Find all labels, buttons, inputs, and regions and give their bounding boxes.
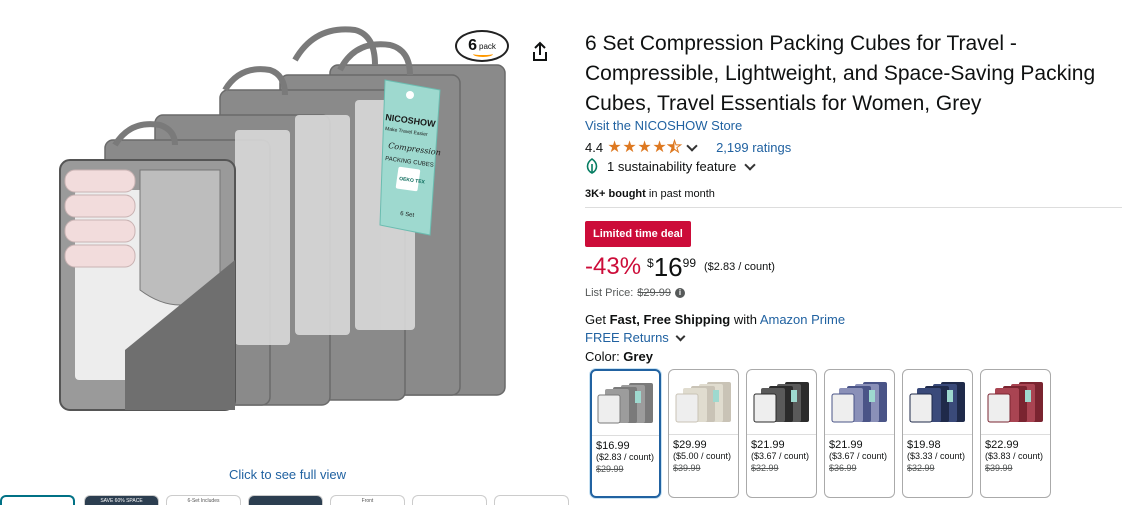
limited-deal-badge: Limited time deal <box>585 221 691 247</box>
color-swatch[interactable]: $19.98 ($3.33 / count) $32.99 <box>902 369 973 498</box>
thumbnail-strip: SAVE 60% SPACE 6-Set Includes Front <box>0 495 575 505</box>
chevron-down-icon <box>744 158 757 171</box>
swatch-price: $19.98 <box>907 439 941 451</box>
swatch-was-price: $32.99 <box>751 463 779 473</box>
thumbnail-6[interactable] <box>412 495 487 505</box>
star-rating[interactable]: ★ ★ ★ ★ ★ <box>607 137 682 157</box>
see-full-view-link[interactable]: Click to see full view <box>0 467 575 482</box>
swatch-was-price: $29.99 <box>596 464 624 474</box>
color-swatch[interactable]: $29.99 ($5.00 / count) $39.99 <box>668 369 739 498</box>
shipping-prefix: Get <box>585 312 610 327</box>
shipping-bold: Fast, Free Shipping <box>609 312 731 327</box>
amazon-smile-icon <box>473 51 493 57</box>
shipping-middle: with <box>730 312 760 327</box>
star-full-icon: ★ <box>622 139 637 156</box>
price-currency: $ <box>647 256 654 270</box>
rating-row: 4.4 ★ ★ ★ ★ ★ 2,199 ratings <box>585 137 791 157</box>
color-swatch[interactable]: $21.99 ($3.67 / count) $32.99 <box>746 369 817 498</box>
swatch-was-price: $36.99 <box>829 463 857 473</box>
swatch-image <box>669 370 738 435</box>
divider <box>585 207 1122 208</box>
swatch-was-price: $39.99 <box>985 463 1013 473</box>
chevron-down-icon[interactable] <box>686 139 698 152</box>
swatch-image <box>981 370 1050 435</box>
color-swatch[interactable]: $16.99 ($2.83 / count) $29.99 <box>590 369 661 498</box>
sustainability-feature[interactable]: 1 sustainability feature <box>585 158 762 174</box>
unit-price: ($2.83 / count) <box>704 261 775 273</box>
sustainability-label: 1 sustainability feature <box>607 158 737 174</box>
swatch-unit-price: ($5.00 / count) <box>673 451 732 461</box>
swatch-unit-price: ($3.83 / count) <box>985 451 1044 461</box>
shipping-info: Get Fast, Free Shipping with Amazon Prim… <box>585 312 845 327</box>
color-selected: Grey <box>623 349 653 364</box>
swatch-was-price: $39.99 <box>673 463 701 473</box>
thumbnail-1[interactable] <box>0 495 75 505</box>
ratings-count-link[interactable]: 2,199 ratings <box>716 140 791 155</box>
free-returns-label: FREE Returns <box>585 330 669 345</box>
bought-suffix: in past month <box>645 188 715 200</box>
swatch-was-price: $32.99 <box>907 463 935 473</box>
pack-badge-word: pack <box>479 41 496 51</box>
store-link[interactable]: Visit the NICOSHOW Store <box>585 118 742 133</box>
color-swatch[interactable]: $22.99 ($3.83 / count) $39.99 <box>980 369 1051 498</box>
swatch-image <box>903 370 972 435</box>
color-swatch[interactable]: $21.99 ($3.67 / count) $36.99 <box>824 369 895 498</box>
price-row: -43% $ 16 99 ($2.83 / count) <box>585 253 775 281</box>
thumbnail-3[interactable]: 6-Set Includes <box>166 495 241 505</box>
swatch-image <box>747 370 816 435</box>
list-price: List Price: $29.99 i <box>585 287 685 299</box>
price-fraction: 99 <box>682 256 696 270</box>
discount-percent: -43% <box>585 253 642 280</box>
swatch-unit-price: ($2.83 / count) <box>596 452 655 462</box>
free-returns[interactable]: FREE Returns <box>585 330 692 345</box>
star-full-icon: ★ <box>607 139 622 156</box>
swatch-unit-price: ($3.67 / count) <box>751 451 810 461</box>
swatch-image <box>825 370 894 435</box>
list-price-value: $29.99 <box>637 287 671 299</box>
star-full-icon: ★ <box>637 139 652 156</box>
share-icon[interactable] <box>528 40 552 64</box>
star-half-icon: ★ <box>667 139 682 157</box>
swatch-price: $21.99 <box>829 439 863 451</box>
color-swatches: $16.99 ($2.83 / count) $29.99 $29.99 ($5.00 … <box>590 369 1130 499</box>
thumbnail-4[interactable] <box>248 495 323 505</box>
rating-value: 4.4 <box>585 139 604 155</box>
leaf-icon <box>586 158 598 174</box>
thumbnail-2[interactable]: SAVE 60% SPACE <box>84 495 159 505</box>
info-icon[interactable]: i <box>674 288 685 298</box>
swatch-price: $29.99 <box>673 439 707 451</box>
thumbnail-7[interactable] <box>494 495 569 505</box>
color-label: Color: Grey <box>585 349 653 364</box>
product-title: 6 Set Compression Packing Cubes for Trav… <box>585 32 1096 115</box>
thumbnail-5[interactable]: Front <box>330 495 405 505</box>
swatch-price: $22.99 <box>985 439 1019 451</box>
pack-badge: 6 pack <box>455 30 509 62</box>
swatch-unit-price: ($3.33 / count) <box>907 451 966 461</box>
star-full-icon: ★ <box>652 139 667 156</box>
bought-count: 3K+ bought <box>585 188 646 200</box>
amazon-prime-link[interactable]: Amazon Prime <box>760 312 845 327</box>
list-price-label: List Price: <box>585 287 634 299</box>
swatch-image <box>592 371 659 436</box>
swatch-price: $21.99 <box>751 439 785 451</box>
bought-in-past-month: 3K+ bought in past month <box>585 188 715 200</box>
swatch-unit-price: ($3.67 / count) <box>829 451 888 461</box>
product-image-gallery: NICOSHOW Make Travel Easier Compression … <box>0 0 575 505</box>
product-main-image[interactable]: NICOSHOW Make Travel Easier Compression … <box>55 20 525 440</box>
swatch-price: $16.99 <box>596 440 630 452</box>
chevron-down-icon <box>675 331 686 341</box>
color-label-prefix: Color: <box>585 349 624 364</box>
price-whole: 16 <box>653 252 683 282</box>
